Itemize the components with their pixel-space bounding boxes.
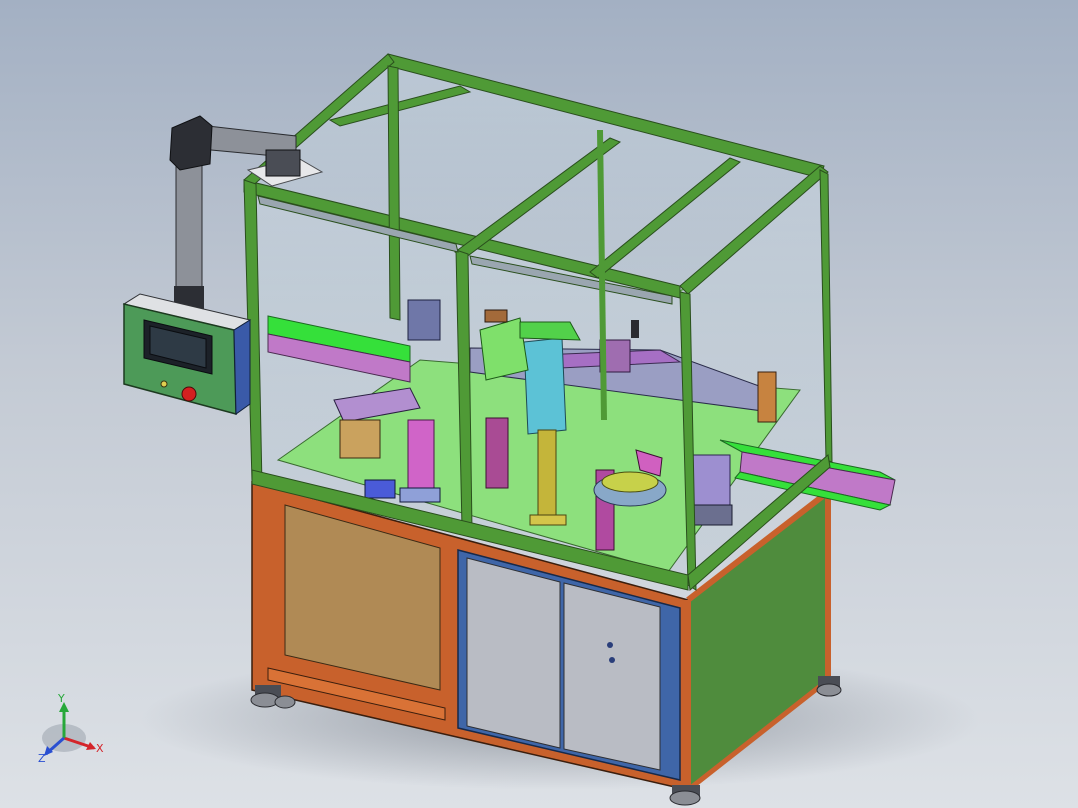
arm-elbow <box>169 115 213 171</box>
clamp-block <box>364 479 396 499</box>
feeder-base <box>339 419 381 459</box>
z-axis-label: Z <box>38 752 46 765</box>
base-door-left[interactable] <box>466 557 561 749</box>
center-post <box>537 429 557 526</box>
door-lock-icon[interactable] <box>607 642 613 648</box>
caster-wheel <box>816 676 842 697</box>
arm-mount-block <box>265 149 301 177</box>
center-post-foot <box>529 514 567 526</box>
lift-cylinder <box>485 417 509 489</box>
caster-wheel <box>669 785 701 806</box>
hmi-control-box[interactable] <box>122 293 252 415</box>
center-column <box>523 337 567 435</box>
rotary-table-top <box>601 471 659 493</box>
hmi-box-side <box>233 319 251 415</box>
axis-triad[interactable]: X Y Z <box>36 690 116 770</box>
door-handle-icon[interactable] <box>609 657 615 663</box>
caster-wheel <box>274 695 296 709</box>
press-unit <box>689 454 731 508</box>
x-axis-label: X <box>96 742 104 755</box>
emergency-stop-button[interactable] <box>181 386 197 402</box>
sensor <box>631 320 639 338</box>
indicator-light <box>160 380 168 388</box>
cad-viewport[interactable]: X Y Z <box>0 0 1078 808</box>
base-door-right[interactable] <box>563 582 661 771</box>
plate-block <box>757 371 777 423</box>
slide-plate <box>519 321 581 341</box>
y-axis-label: Y <box>57 692 65 705</box>
back-post <box>597 129 607 421</box>
bracket <box>484 309 508 323</box>
machine-model[interactable] <box>0 0 1078 808</box>
clamp-block <box>399 487 441 503</box>
top-cylinder <box>407 299 441 341</box>
